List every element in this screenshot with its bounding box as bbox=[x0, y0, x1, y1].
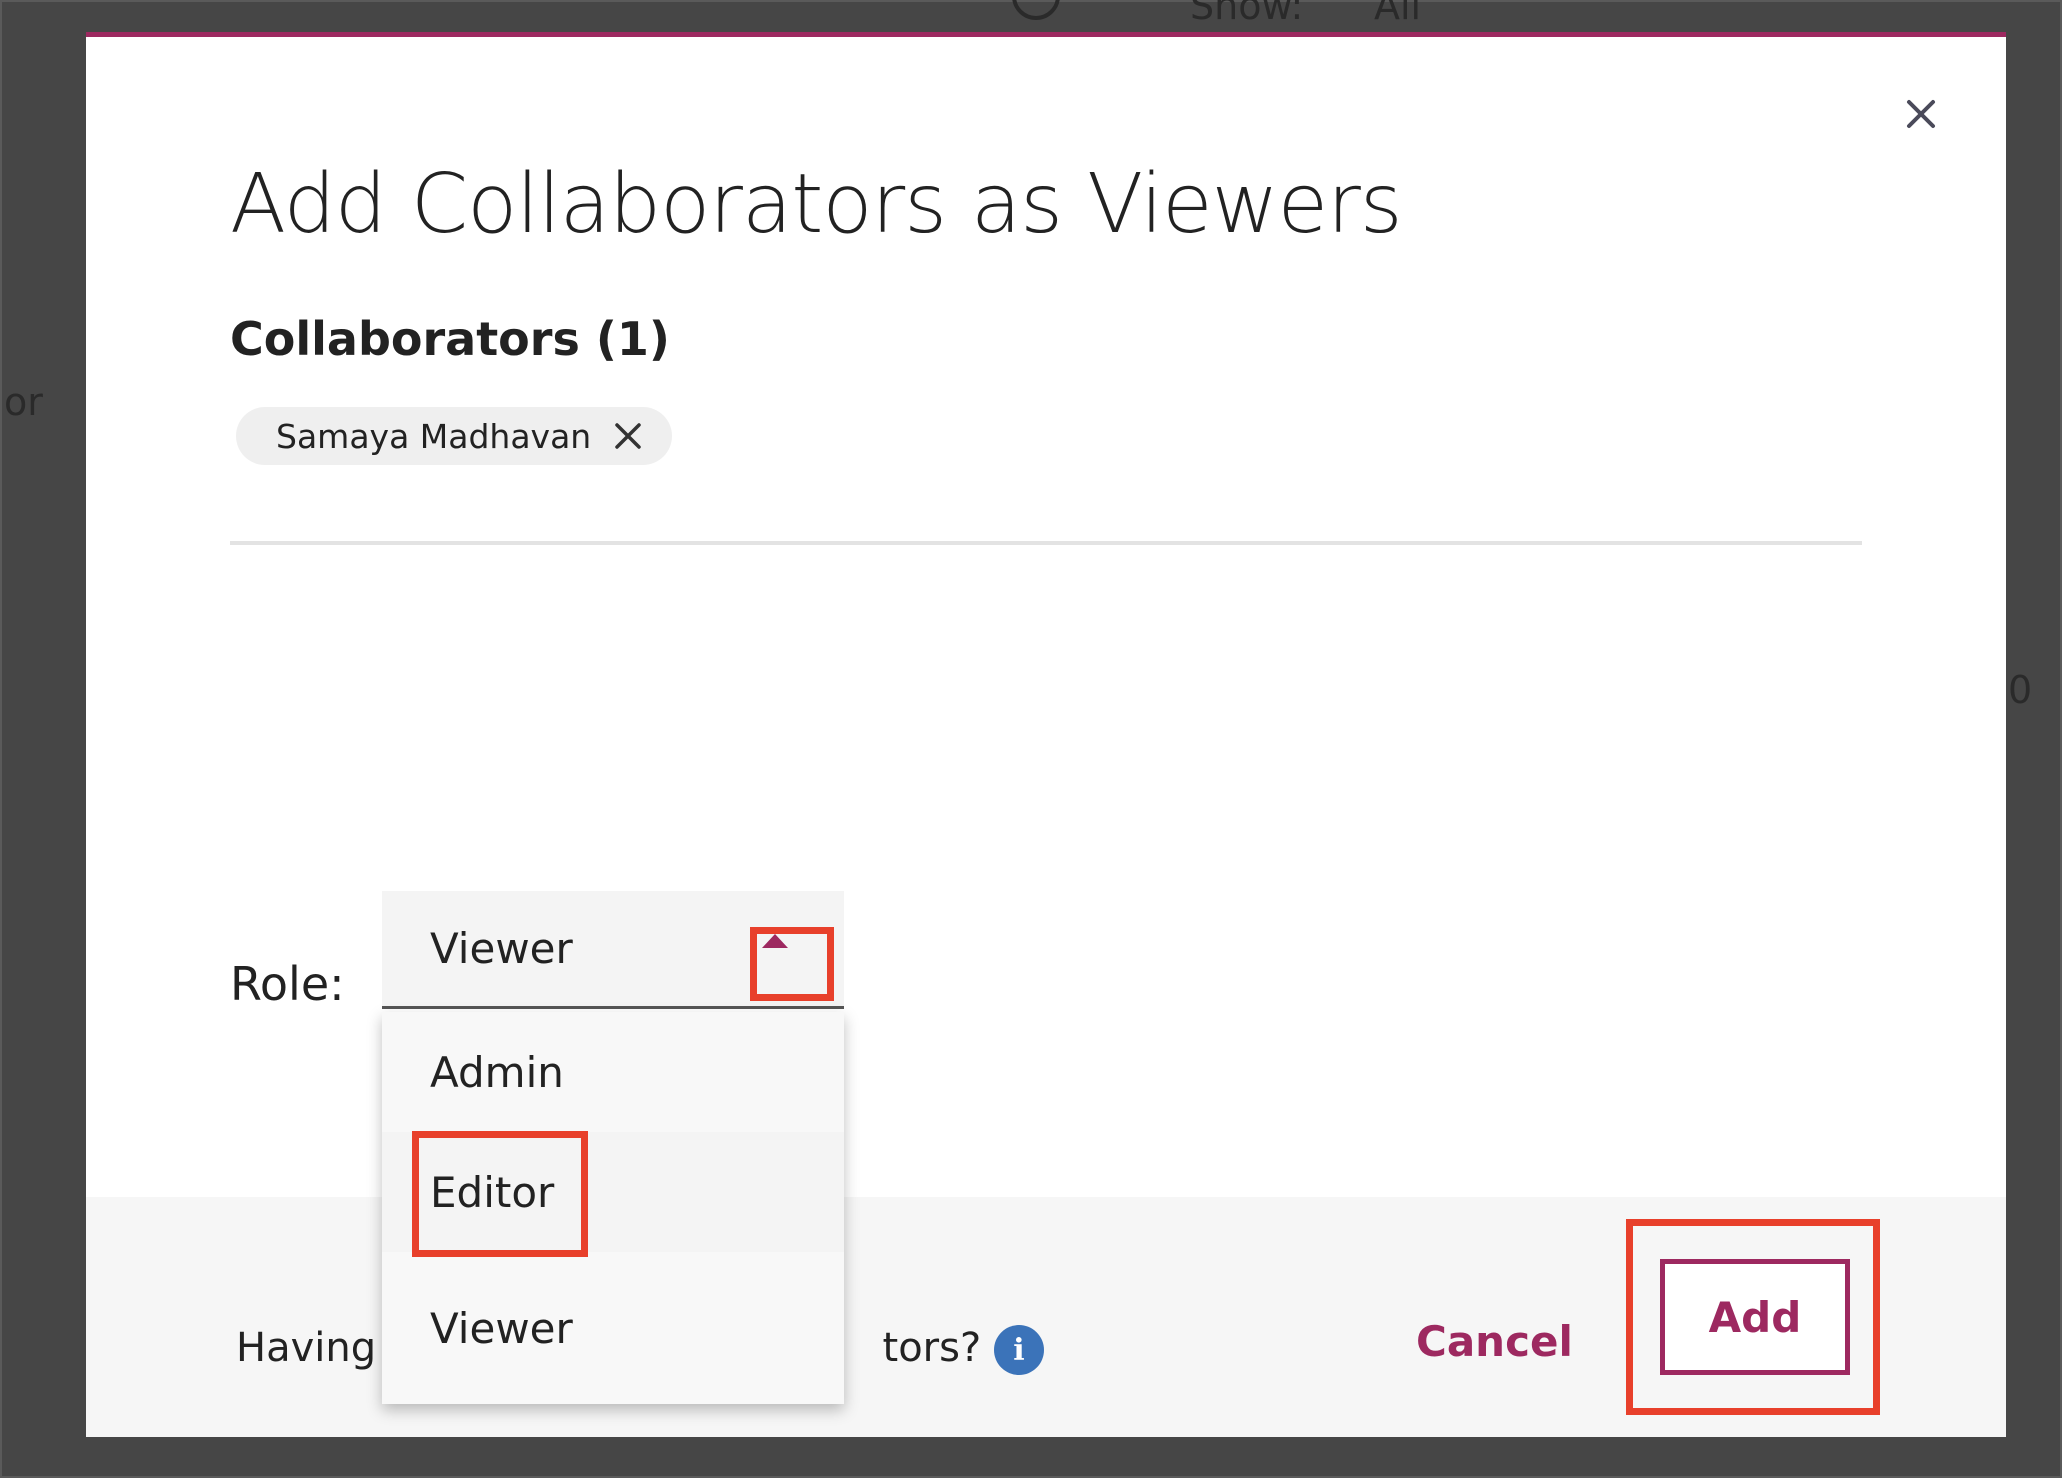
background-right-text: 0 bbox=[2008, 668, 2033, 712]
background-side-text: or bbox=[4, 380, 43, 424]
chip-label: Samaya Madhavan bbox=[276, 416, 592, 456]
collaborator-chip: Samaya Madhavan bbox=[236, 407, 672, 465]
collaborators-label: Collaborators (1) bbox=[230, 312, 670, 366]
help-text-right: tors? bbox=[882, 1325, 982, 1371]
divider bbox=[230, 541, 1862, 545]
add-button[interactable]: Add bbox=[1660, 1259, 1850, 1375]
cancel-button[interactable]: Cancel bbox=[1416, 1317, 1573, 1366]
remove-collaborator-button[interactable] bbox=[611, 419, 645, 453]
modal-title: Add Collaborators as Viewers bbox=[230, 157, 1403, 252]
modal-close-button[interactable] bbox=[1896, 89, 1946, 139]
info-icon[interactable]: i bbox=[994, 1325, 1044, 1375]
role-dropdown-menu: Admin Editor Viewer bbox=[382, 1012, 844, 1404]
close-icon bbox=[615, 423, 641, 449]
search-icon bbox=[1012, 0, 1060, 20]
role-option-admin[interactable]: Admin bbox=[382, 1012, 844, 1132]
role-option-editor[interactable]: Editor bbox=[382, 1132, 844, 1252]
show-filter-value: All bbox=[1374, 0, 1422, 28]
close-icon bbox=[1907, 100, 1935, 128]
role-label: Role: bbox=[230, 957, 345, 1011]
role-option-viewer[interactable]: Viewer bbox=[382, 1252, 844, 1404]
add-collaborators-modal: Add Collaborators as Viewers Collaborato… bbox=[86, 32, 2006, 1437]
help-text-left: Having t bbox=[236, 1325, 405, 1371]
caret-up-icon[interactable] bbox=[760, 932, 790, 952]
show-filter-label: Show: bbox=[1190, 0, 1304, 28]
role-select-value: Viewer bbox=[430, 924, 573, 973]
